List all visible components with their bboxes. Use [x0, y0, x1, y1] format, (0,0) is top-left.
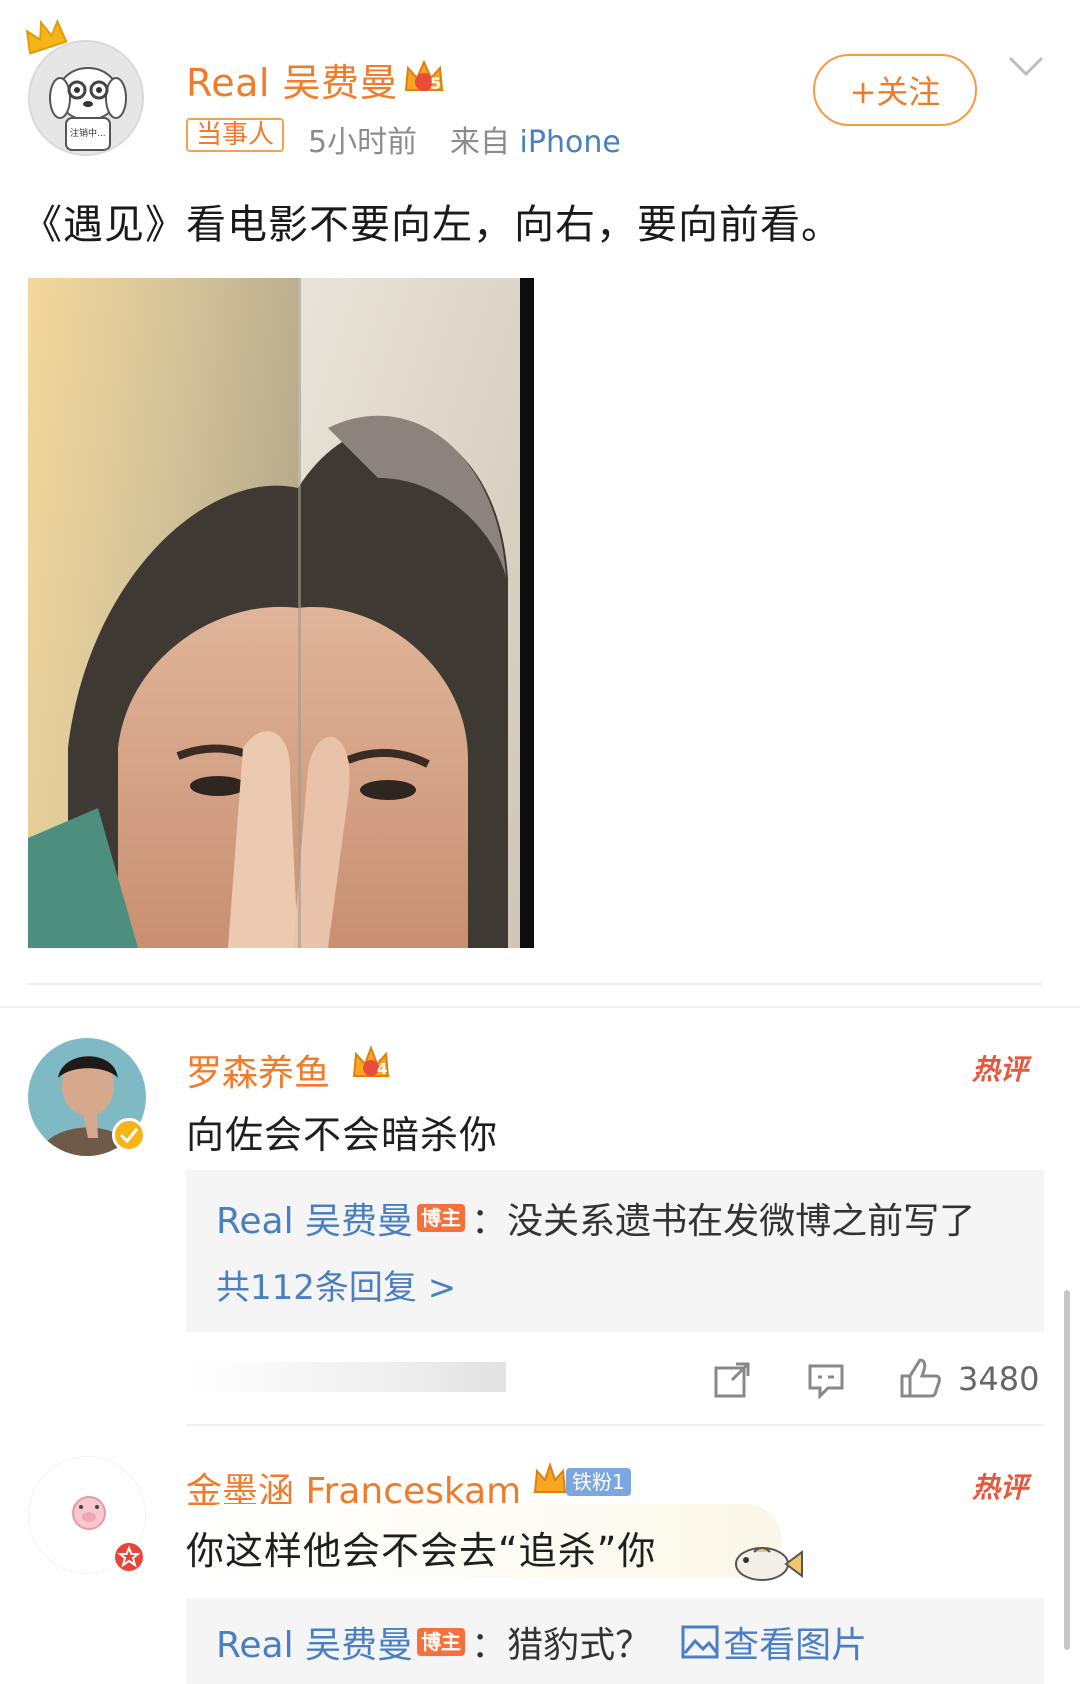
- crown-icon: [25, 18, 68, 55]
- vip-crown-icon[interactable]: [532, 1461, 568, 1498]
- view-image-label[interactable]: 查看图片: [723, 1616, 867, 1668]
- like-count: 3480: [958, 1360, 1040, 1398]
- reply-box[interactable]: Real 吴费曼 博主 ：猎豹式？ 查看图片: [186, 1598, 1044, 1684]
- like-icon[interactable]: [898, 1356, 942, 1400]
- avatar-caption: 注销中...: [70, 129, 106, 139]
- vip-crown-icon[interactable]: 5: [402, 58, 446, 96]
- hot-comment-tag: 热评: [972, 1471, 1029, 1504]
- source-link[interactable]: iPhone: [520, 125, 621, 160]
- image-icon: [681, 1625, 719, 1659]
- comment-divider: [186, 1424, 1044, 1426]
- author-name[interactable]: Real 吴费曼: [186, 52, 398, 107]
- comment-icon[interactable]: [806, 1360, 846, 1400]
- vip-level: 5: [430, 74, 442, 93]
- fish-icon: [735, 1547, 803, 1581]
- reply-text: ：猎豹式？: [471, 1625, 652, 1666]
- reply-text: ：没关系遗书在发微博之前写了: [471, 1201, 976, 1242]
- source-prefix: 来自: [450, 125, 510, 160]
- view-image-link[interactable]: 查看图片: [681, 1616, 867, 1668]
- comment-text: 向佐会不会暗杀你: [186, 1113, 499, 1157]
- reply-author[interactable]: Real 吴费曼: [216, 1192, 413, 1244]
- post-text: 《遇见》看电影不要向左，向右，要向前看。: [22, 202, 842, 248]
- follow-button[interactable]: +关注: [813, 54, 977, 126]
- vip-level: 4: [377, 1060, 388, 1078]
- vip-crown-icon[interactable]: 4: [350, 1044, 392, 1082]
- party-tag: 当事人: [186, 118, 285, 152]
- verified-badge-icon: [112, 1118, 146, 1152]
- reply-box[interactable]: Real 吴费曼 博主 ：没关系遗书在发微博之前写了 共112条回复 >: [186, 1170, 1044, 1332]
- post-source: 来自 iPhone: [450, 117, 621, 161]
- blurred-region: [186, 1362, 506, 1392]
- reply-line: Real 吴费曼 博主 ：没关系遗书在发微博之前写了: [216, 1192, 975, 1244]
- fan-badge: 铁粉1: [566, 1468, 631, 1496]
- divider: [28, 983, 1042, 985]
- section-divider: [0, 1006, 1080, 1008]
- comment-author[interactable]: 罗森养鱼: [186, 1044, 330, 1096]
- post-time: 5小时前: [308, 125, 418, 160]
- hot-comment-tag: 热评: [972, 1053, 1029, 1086]
- host-badge: 博主: [417, 1204, 466, 1232]
- host-badge: 博主: [417, 1628, 466, 1656]
- official-badge-icon: [112, 1540, 146, 1574]
- comment-text: 你这样他会不会去“追杀”你: [186, 1529, 657, 1573]
- scrollbar[interactable]: [1064, 1290, 1070, 1650]
- reply-author[interactable]: Real 吴费曼: [216, 1616, 413, 1668]
- reply-line: Real 吴费曼 博主 ：猎豹式？ 查看图片: [216, 1616, 867, 1668]
- reply-count-link[interactable]: 共112条回复 >: [216, 1260, 456, 1309]
- share-icon[interactable]: [712, 1360, 752, 1400]
- chevron-down-icon[interactable]: [1006, 52, 1046, 80]
- post-image[interactable]: [28, 278, 534, 948]
